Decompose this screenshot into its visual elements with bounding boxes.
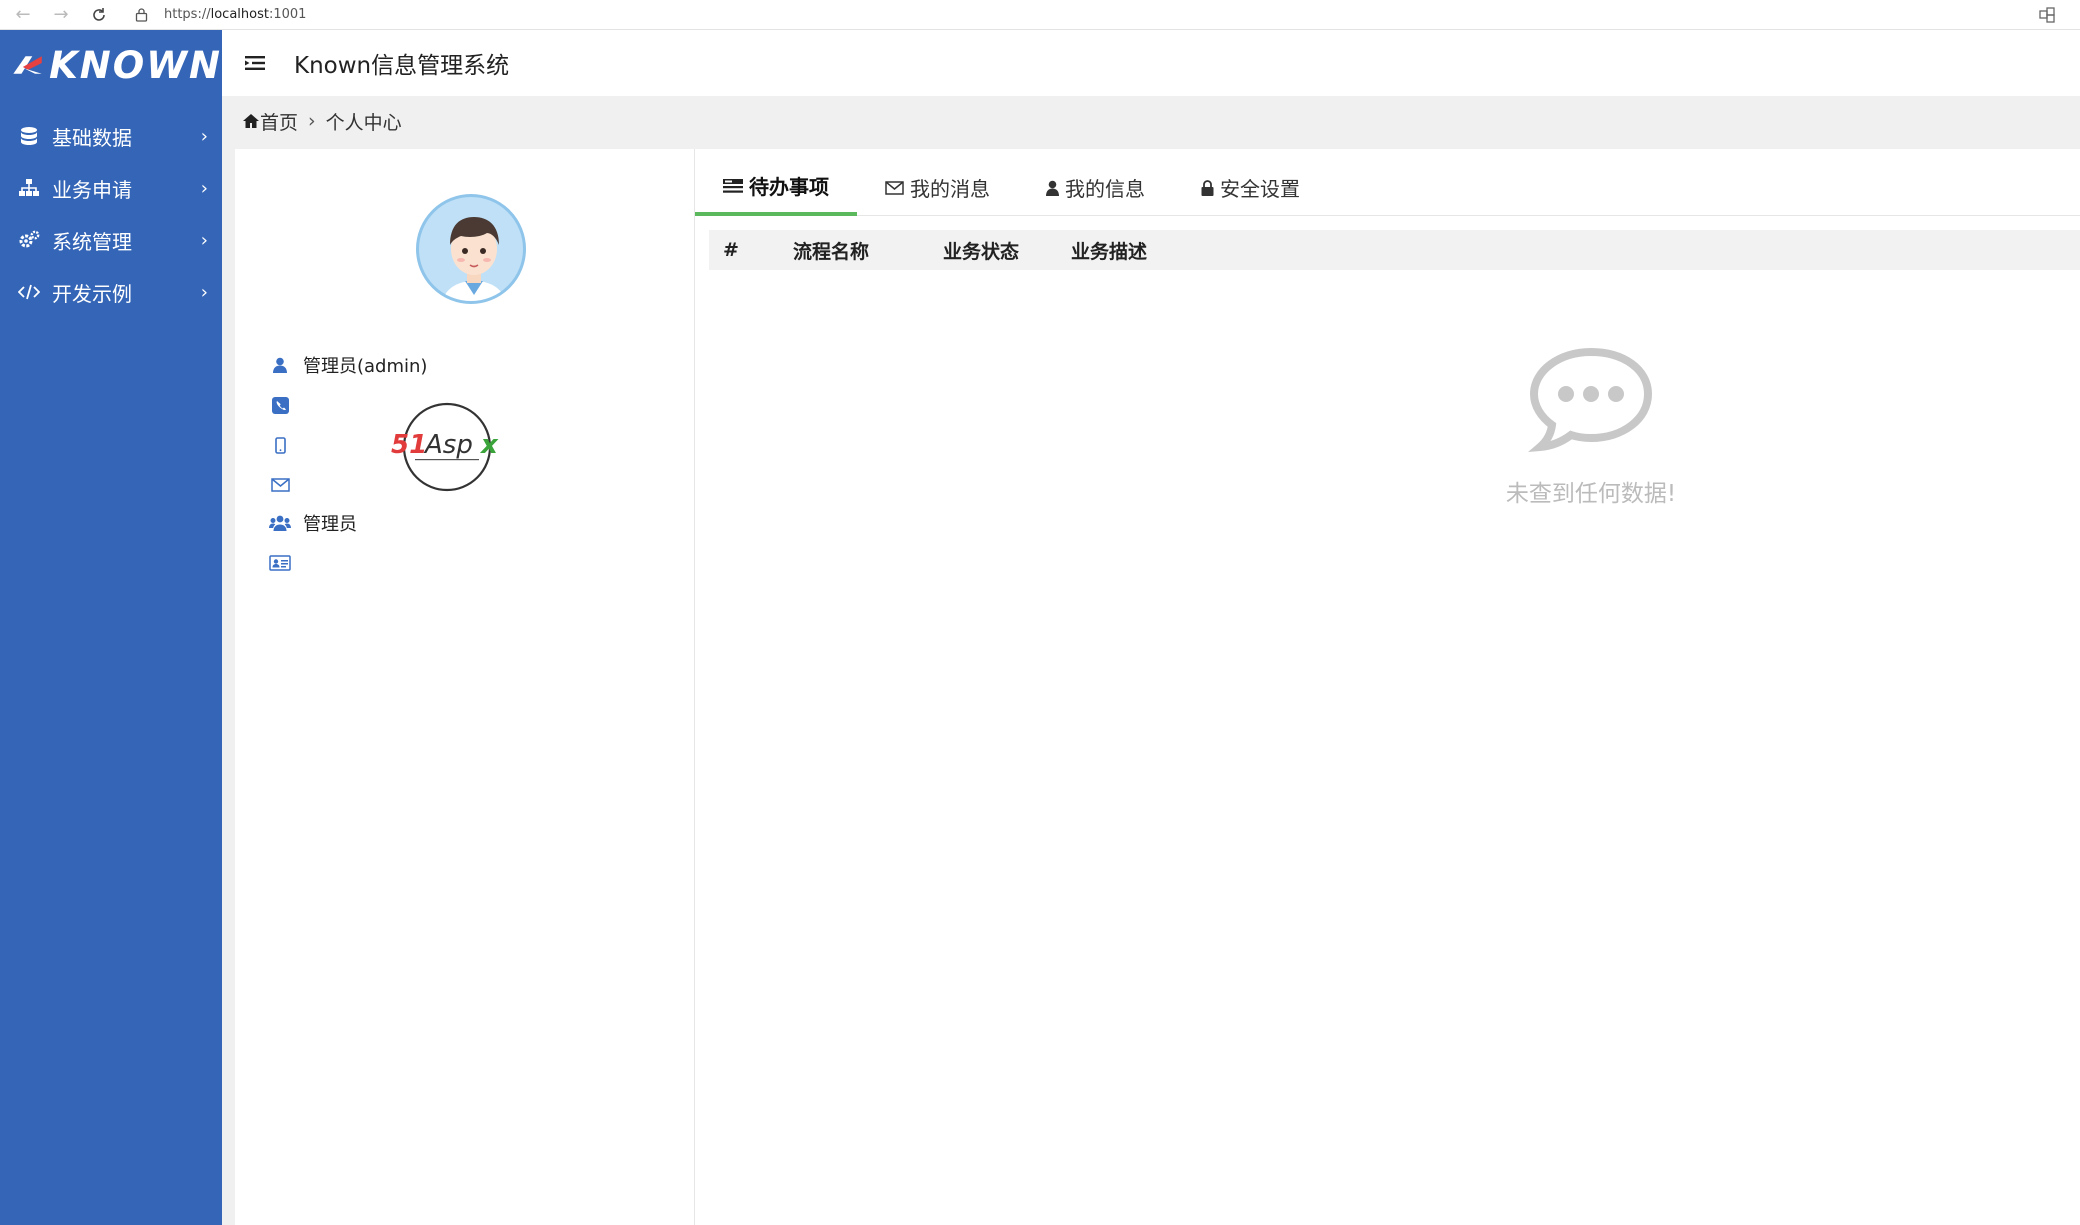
svg-text:Asp: Asp (423, 430, 473, 460)
tab-todo[interactable]: 待办事项 (695, 159, 857, 216)
chevron-right-icon: › (200, 126, 208, 147)
back-button[interactable]: ← (8, 0, 38, 30)
profile-role-row: 管理员 (269, 509, 357, 537)
gears-icon (18, 229, 40, 251)
profile-name-row: 管理员(admin) (269, 351, 427, 379)
extension-icon[interactable] (2038, 6, 2056, 24)
id-card-icon (269, 552, 291, 574)
database-icon (18, 125, 40, 147)
tab-bar: 待办事项 我的消息 我的信息 安全设置 (695, 159, 2080, 216)
profile-panel: 管理员(admin) 管理员 51 Asp x (235, 149, 695, 1225)
breadcrumb-home[interactable]: 首页 (260, 108, 298, 135)
url-host: localhost (210, 7, 269, 22)
sidebar: KNOWN 基础数据 › 业务申请 › 系统管理 › 开发示例 › (0, 30, 222, 1225)
column-header-business-description: 业务描述 (1071, 240, 1148, 263)
empty-state-text: 未查到任何数据! (1505, 481, 1677, 507)
comment-dots-icon (1528, 347, 1653, 453)
envelope-icon (885, 180, 904, 195)
user-icon (1046, 180, 1059, 196)
logo-text: KNOWN (49, 43, 222, 87)
table-header: # 流程名称 业务状态 业务描述 (709, 230, 2080, 270)
app-title: Known信息管理系统 (294, 53, 510, 79)
sidebar-item-dev-examples[interactable]: 开发示例 › (0, 266, 222, 318)
sidebar-menu: 基础数据 › 业务申请 › 系统管理 › 开发示例 › (0, 110, 222, 318)
home-icon (243, 114, 259, 128)
tab-my-messages[interactable]: 我的消息 (857, 159, 1018, 216)
profile-phone-row (269, 391, 303, 419)
lock-icon (1201, 179, 1214, 196)
tab-my-info[interactable]: 我的信息 (1018, 159, 1173, 216)
envelope-icon (269, 474, 291, 496)
sidebar-item-label: 开发示例 (52, 281, 132, 306)
tab-label: 待办事项 (749, 175, 829, 199)
column-header-business-status: 业务状态 (943, 240, 1020, 263)
list-icon (723, 178, 743, 194)
svg-text:51: 51 (391, 430, 427, 460)
breadcrumb-current: 个人中心 (325, 111, 402, 134)
sidebar-item-business-apply[interactable]: 业务申请 › (0, 162, 222, 214)
code-icon (18, 281, 40, 303)
users-icon (269, 512, 291, 534)
sidebar-item-label: 基础数据 (52, 125, 132, 150)
chevron-right-icon: › (200, 282, 208, 303)
main-card: 管理员(admin) 管理员 51 Asp x 待办事项 我的消息 我的信息 安… (235, 149, 2080, 1225)
column-header-index: # (723, 239, 739, 261)
sidebar-item-system-management[interactable]: 系统管理 › (0, 214, 222, 266)
reload-icon (93, 7, 105, 21)
profile-name: 管理员(admin) (303, 356, 428, 377)
profile-mobile-row (269, 431, 303, 459)
logo[interactable]: KNOWN (0, 30, 222, 100)
url-scheme: https:// (164, 7, 211, 22)
phone-square-icon (269, 394, 291, 416)
tab-label: 安全设置 (1220, 177, 1300, 201)
watermark-logo: 51 Asp x (391, 402, 499, 492)
menu-toggle-button[interactable] (240, 48, 270, 78)
chevron-right-icon: › (200, 178, 208, 199)
mobile-icon (269, 434, 291, 456)
browser-toolbar: ← → https://localhost:1001 (0, 0, 2080, 30)
sidebar-item-label: 系统管理 (52, 229, 132, 254)
profile-idcard-row (269, 549, 303, 577)
address-bar[interactable]: https://localhost:1001 (130, 3, 2030, 27)
url-text: https://localhost:1001 (164, 7, 306, 22)
sitemap-icon (18, 177, 40, 199)
user-icon (269, 354, 291, 376)
svg-text:x: x (479, 430, 499, 460)
profile-role: 管理员 (303, 514, 357, 535)
breadcrumb: 首页 › 个人中心 (242, 106, 402, 136)
forward-button[interactable]: → (46, 0, 76, 30)
tab-label: 我的消息 (910, 177, 990, 201)
profile-email-row (269, 471, 303, 499)
column-header-process-name: 流程名称 (793, 240, 870, 263)
indent-icon (245, 56, 265, 70)
known-logo-mark-icon (13, 56, 42, 74)
reload-button[interactable] (84, 0, 114, 30)
top-header: Known信息管理系统 (222, 30, 2080, 96)
avatar (416, 194, 526, 304)
url-port: :1001 (268, 7, 307, 22)
tab-label: 我的信息 (1065, 177, 1145, 201)
lock-icon (130, 7, 152, 22)
tab-security-settings[interactable]: 安全设置 (1173, 159, 1328, 216)
sidebar-item-basic-data[interactable]: 基础数据 › (0, 110, 222, 162)
chevron-right-icon: › (200, 230, 208, 251)
content-panel: 待办事项 我的消息 我的信息 安全设置 # 流程名称 业务状态 业务描述 未查到… (695, 149, 2080, 1225)
breadcrumb-separator-icon: › (308, 110, 316, 132)
sidebar-item-label: 业务申请 (52, 177, 132, 202)
